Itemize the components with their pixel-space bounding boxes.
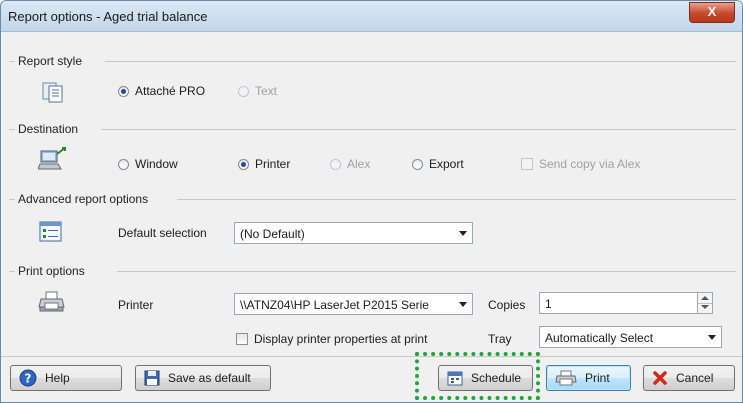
cancel-x-icon [653, 371, 667, 385]
title-bar: Report options - Aged trial balance X [1, 1, 742, 32]
report-document-icon [42, 82, 63, 103]
printer-label: Printer [255, 157, 291, 171]
printer-field-label: Printer [118, 298, 154, 312]
copies-label: Copies [488, 298, 526, 312]
print-options-section: Print options [9, 264, 736, 278]
spin-down-icon[interactable] [701, 305, 709, 309]
svg-text:?: ? [25, 372, 32, 386]
tray-value: Automatically Select [545, 331, 654, 345]
chevron-down-icon [459, 231, 467, 236]
save-default-label: Save as default [168, 371, 251, 385]
alex-radio[interactable]: Alex [330, 156, 370, 172]
send-copy-label: Send copy via Alex [539, 157, 641, 171]
printer-value: \\ATNZ04\HP LaserJet P2015 Serie [240, 298, 429, 312]
printer-dropdown[interactable]: \\ATNZ04\HP LaserJet P2015 Serie [234, 293, 473, 315]
radio-dot [118, 158, 129, 170]
window-title: Report options - Aged trial balance [8, 9, 208, 24]
radio-selected-dot [118, 85, 129, 97]
save-floppy-icon [144, 370, 160, 386]
report-style-label: Report style [18, 54, 87, 68]
text-label: Text [255, 84, 278, 98]
default-selection-value: (No Default) [240, 227, 305, 241]
tray-label: Tray [488, 332, 512, 346]
copies-input[interactable]: 1 [539, 292, 698, 314]
export-radio[interactable]: Export [412, 156, 464, 172]
print-options-label: Print options [18, 264, 89, 278]
cancel-label: Cancel [676, 371, 714, 385]
checkbox-box [521, 158, 533, 170]
export-label: Export [429, 157, 464, 171]
checkbox-box [236, 333, 248, 345]
save-as-default-button[interactable]: Save as default [135, 365, 271, 391]
destination-label: Destination [18, 122, 83, 136]
report-style-section: Report style [9, 54, 736, 68]
print-label: Print [585, 371, 610, 385]
display-printer-properties-checkbox[interactable]: Display printer properties at print [236, 331, 427, 347]
close-button[interactable]: X [689, 2, 735, 23]
copies-value: 1 [545, 297, 552, 311]
default-selection-dropdown[interactable]: (No Default) [234, 222, 473, 244]
printer-icon [38, 291, 65, 312]
help-button[interactable]: ? Help [10, 365, 122, 391]
radio-dot [412, 158, 423, 170]
alex-label: Alex [347, 157, 371, 171]
advanced-options-section: Advanced report options [9, 192, 736, 206]
selection-list-icon [39, 221, 62, 242]
default-selection-label: Default selection [118, 226, 207, 240]
spin-up-icon[interactable] [701, 296, 709, 300]
printer-radio[interactable]: Printer [238, 156, 290, 172]
destination-computer-icon [38, 147, 66, 170]
help-icon: ? [19, 369, 37, 387]
schedule-highlight-box [415, 352, 540, 400]
copies-spinner[interactable] [697, 292, 713, 314]
attache-pro-label: Attaché PRO [135, 84, 206, 98]
display-props-label: Display printer properties at print [254, 332, 428, 346]
report-options-window: Report options - Aged trial balance X Re… [0, 0, 743, 403]
spinner-divider [698, 303, 712, 304]
send-copy-checkbox[interactable]: Send copy via Alex [521, 156, 640, 172]
radio-selected-dot [238, 158, 249, 170]
destination-section: Destination [9, 122, 736, 136]
advanced-options-label: Advanced report options [18, 192, 153, 206]
attache-pro-radio[interactable]: Attaché PRO [118, 83, 205, 99]
help-label: Help [45, 371, 70, 385]
window-radio[interactable]: Window [118, 156, 178, 172]
text-radio[interactable]: Text [238, 83, 277, 99]
print-printer-icon [555, 370, 577, 386]
window-label: Window [135, 157, 178, 171]
chevron-down-icon [708, 335, 716, 340]
print-button[interactable]: Print [546, 365, 631, 391]
radio-dot [330, 158, 341, 170]
radio-dot [238, 85, 249, 97]
tray-dropdown[interactable]: Automatically Select [539, 326, 722, 348]
chevron-down-icon [459, 302, 467, 307]
cancel-button[interactable]: Cancel [643, 365, 735, 391]
